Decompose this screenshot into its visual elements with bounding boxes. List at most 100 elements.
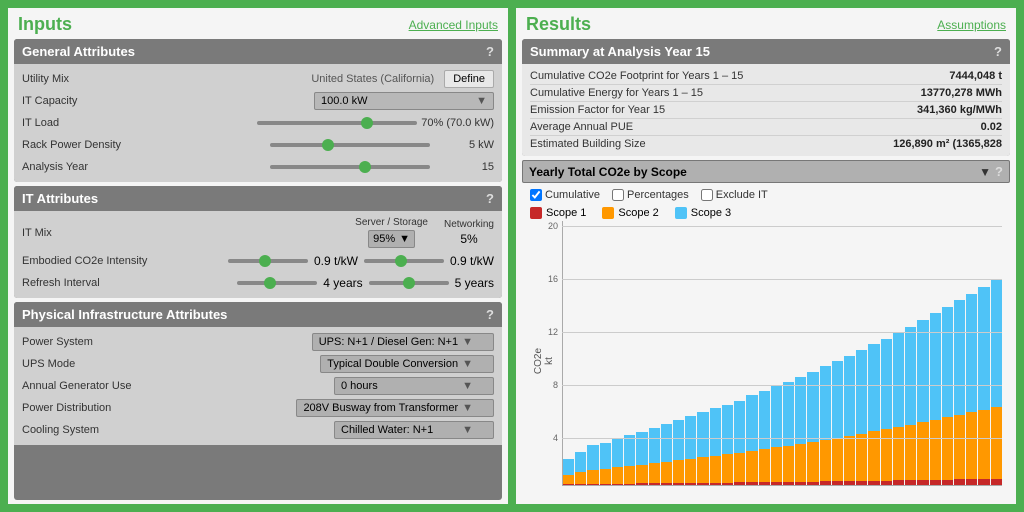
bar-scope2 — [905, 425, 916, 480]
cumulative-checkbox[interactable] — [530, 189, 542, 201]
analysis-year-slider[interactable] — [270, 165, 430, 169]
bar-scope1 — [734, 482, 745, 485]
bar-scope1 — [856, 481, 867, 485]
inputs-title: Inputs — [18, 14, 72, 35]
it-attributes-help-icon[interactable]: ? — [486, 191, 494, 206]
bar-scope3 — [636, 432, 647, 465]
bar-scope1 — [930, 480, 941, 485]
summary-help-icon[interactable]: ? — [994, 44, 1002, 59]
embodied-co2e-left-value: 0.9 t/kW — [314, 254, 358, 268]
bar-scope3 — [820, 366, 831, 440]
power-distribution-dropdown[interactable]: 208V Busway from Transformer ▼ — [296, 399, 494, 417]
it-capacity-label: IT Capacity — [22, 95, 152, 107]
emission-factor-key: Emission Factor for Year 15 — [530, 104, 882, 116]
exclude-it-checkbox-item: Exclude IT — [701, 189, 768, 201]
bar-scope2 — [881, 429, 892, 480]
ups-mode-dropdown-row: Typical Double Conversion ▼ — [152, 355, 494, 373]
bar-scope1 — [844, 481, 855, 485]
power-distribution-dropdown-row: 208V Busway from Transformer ▼ — [152, 399, 494, 417]
exclude-it-label: Exclude IT — [716, 189, 768, 201]
ups-mode-dropdown[interactable]: Typical Double Conversion ▼ — [320, 355, 494, 373]
general-attributes-help-icon[interactable]: ? — [486, 44, 494, 59]
left-panel: Inputs Advanced Inputs General Attribute… — [8, 8, 508, 504]
embodied-co2e-right-slider[interactable] — [364, 259, 444, 263]
bar-group — [636, 221, 647, 485]
chart-dropdown[interactable]: Yearly Total CO2e by Scope ▼ ? — [522, 160, 1010, 183]
bar-group — [795, 221, 806, 485]
bar-scope1 — [795, 482, 806, 485]
percentages-checkbox-item: Percentages — [612, 189, 689, 201]
power-distribution-arrow-icon: ▼ — [462, 402, 473, 414]
bar-scope2 — [954, 415, 965, 480]
summary-section: Summary at Analysis Year 15 ? Cumulative… — [522, 39, 1010, 156]
bar-scope1 — [917, 480, 928, 485]
bar-scope1 — [575, 484, 586, 485]
bar-scope1 — [697, 483, 708, 485]
bar-scope1 — [759, 482, 770, 485]
annual-generator-use-dropdown[interactable]: 0 hours ▼ — [334, 377, 494, 395]
bar-group — [649, 221, 660, 485]
it-capacity-dropdown[interactable]: 100.0 kW ▼ — [314, 92, 494, 110]
it-mix-label: IT Mix — [22, 227, 152, 239]
bar-scope1 — [673, 483, 684, 485]
bar-scope1 — [783, 482, 794, 485]
percentages-checkbox[interactable] — [612, 189, 624, 201]
it-mix-server-group: Server / Storage 95% ▼ — [355, 217, 428, 248]
rack-power-density-slider[interactable] — [270, 143, 430, 147]
bar-scope2 — [673, 460, 684, 483]
bar-group — [734, 221, 745, 485]
cooling-system-dropdown[interactable]: Chilled Water: N+1 ▼ — [334, 421, 494, 439]
annual-pue-value: 0.02 — [882, 121, 1002, 133]
bar-scope1 — [868, 481, 879, 485]
refresh-interval-right-slider[interactable] — [369, 281, 449, 285]
summary-body: Cumulative CO2e Footprint for Years 1 – … — [522, 64, 1010, 156]
emission-factor-value: 341,360 kg/MWh — [882, 104, 1002, 116]
chart-help-icon[interactable]: ? — [995, 164, 1003, 179]
power-system-dropdown[interactable]: UPS: N+1 / Diesel Gen: N+1 ▼ — [312, 333, 494, 351]
scope1-legend-item: Scope 1 — [530, 207, 586, 219]
server-storage-value[interactable]: 95% ▼ — [368, 230, 415, 248]
scope3-legend-label: Scope 3 — [691, 207, 731, 219]
bar-group — [783, 221, 794, 485]
annual-generator-use-arrow-icon: ▼ — [462, 380, 473, 392]
bar-scope1 — [649, 483, 660, 485]
bar-scope2 — [746, 451, 757, 482]
bar-scope2 — [575, 472, 586, 484]
assumptions-link[interactable]: Assumptions — [937, 18, 1006, 32]
exclude-it-checkbox[interactable] — [701, 189, 713, 201]
it-load-slider-container: 70% (70.0 kW) — [152, 117, 494, 129]
physical-attributes-help-icon[interactable]: ? — [486, 307, 494, 322]
bar-group — [612, 221, 623, 485]
bar-group — [661, 221, 672, 485]
advanced-inputs-link[interactable]: Advanced Inputs — [409, 18, 498, 32]
bar-scope3 — [624, 435, 635, 466]
define-button[interactable]: Define — [444, 70, 494, 88]
it-load-value: 70% (70.0 kW) — [421, 117, 494, 129]
embodied-co2e-left-slider[interactable] — [228, 259, 308, 263]
bar-scope3 — [587, 445, 598, 470]
refresh-interval-row: Refresh Interval 4 years 5 years — [22, 272, 494, 294]
cumulative-energy-key: Cumulative Energy for Years 1 – 15 — [530, 87, 882, 99]
chart-dropdown-arrow-icon: ▼ — [979, 165, 991, 179]
bar-scope3 — [661, 424, 672, 462]
bar-group — [978, 221, 989, 485]
bar-scope2 — [636, 465, 647, 483]
bar-scope3 — [612, 439, 623, 468]
bar-scope1 — [563, 484, 574, 485]
bar-scope1 — [881, 481, 892, 485]
bar-group — [746, 221, 757, 485]
it-capacity-arrow-icon: ▼ — [476, 95, 487, 107]
general-attributes-header: General Attributes ? — [14, 39, 502, 64]
utility-mix-value: United States (California) — [152, 73, 434, 85]
bar-group — [832, 221, 843, 485]
bar-scope3 — [795, 377, 806, 444]
bar-scope3 — [966, 294, 977, 413]
bar-scope1 — [978, 479, 989, 485]
it-load-slider[interactable] — [257, 121, 417, 125]
cumulative-label: Cumulative — [545, 189, 600, 201]
refresh-interval-left-slider[interactable] — [237, 281, 317, 285]
bar-scope2 — [978, 410, 989, 479]
bar-scope3 — [722, 405, 733, 455]
bar-scope3 — [991, 280, 1002, 407]
bar-scope2 — [624, 466, 635, 484]
